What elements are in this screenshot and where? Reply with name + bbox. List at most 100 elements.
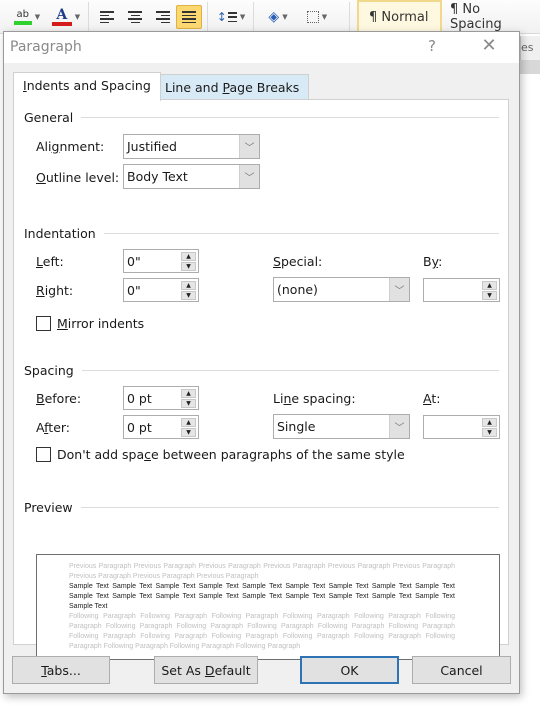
label-text: Don't add spa xyxy=(57,447,145,462)
label-text: A xyxy=(36,420,45,435)
at-input[interactable]: ▲ ▼ xyxy=(423,415,500,439)
tab-panel: General Alignment: Justified ﹀ Outline l… xyxy=(13,99,509,660)
help-button[interactable]: ? xyxy=(422,37,442,55)
mirror-indents-checkbox[interactable] xyxy=(36,316,51,331)
input-value: 0 pt xyxy=(127,391,152,406)
font-color-button[interactable]: A ▼ xyxy=(48,5,84,29)
highlight-color-bar xyxy=(13,21,32,25)
title-bar[interactable]: Paragraph ? ✕ xyxy=(4,32,519,63)
spin-up-icon[interactable]: ▲ xyxy=(181,281,196,290)
alignment-label: Alignment: xyxy=(36,139,104,154)
shading-button[interactable]: ◈ ▼ xyxy=(260,5,296,29)
spin-up-icon[interactable]: ▲ xyxy=(181,252,196,261)
align-left-button[interactable] xyxy=(96,5,118,29)
style-normal[interactable]: ¶ Normal xyxy=(357,0,442,34)
spin-up-icon[interactable]: ▲ xyxy=(482,281,497,290)
outline-level-select[interactable]: Body Text ﹀ xyxy=(123,164,260,189)
ribbon-toolbar: ab ▼ A ▼ ↕ ▼ ◈ ▼ ▼ ¶ Normal ¶ No Spacing xyxy=(0,0,540,34)
at-label: At: xyxy=(423,391,440,406)
cancel-button[interactable]: Cancel xyxy=(412,656,511,684)
select-value: Single xyxy=(277,419,316,434)
group-heading-text: Spacing xyxy=(24,363,74,378)
paint-bucket-icon: ◈ xyxy=(268,9,280,25)
label-text: pecial: xyxy=(280,254,323,269)
label-text: efore: xyxy=(44,391,82,406)
style-no-spacing[interactable]: ¶ No Spacing xyxy=(440,0,540,34)
align-right-button[interactable] xyxy=(152,5,174,29)
label-text: ter: xyxy=(48,420,71,435)
label-text: t: xyxy=(431,391,441,406)
mirror-indents-label[interactable]: Mirror indents xyxy=(57,316,144,331)
font-color-bar xyxy=(51,22,72,26)
separator xyxy=(253,2,254,32)
separator xyxy=(207,2,208,32)
spin-down-icon[interactable]: ▼ xyxy=(181,262,196,271)
spin-up-icon[interactable]: ▲ xyxy=(482,418,497,427)
label-text: Set As xyxy=(161,663,205,678)
tab-label: age Breaks xyxy=(229,80,300,95)
chevron-down-icon[interactable]: ﹀ xyxy=(389,415,409,438)
tab-indents-and-spacing[interactable]: Indents and Spacing xyxy=(13,72,161,101)
separator xyxy=(349,2,350,32)
general-group-heading: General xyxy=(24,110,499,125)
label-text: L xyxy=(36,254,43,269)
select-value: Body Text xyxy=(127,169,188,184)
dialog-title: Paragraph xyxy=(10,39,82,55)
divider xyxy=(103,233,499,234)
justify-button[interactable] xyxy=(176,5,202,29)
right-indent-input[interactable]: 0" ▲ ▼ xyxy=(123,278,199,302)
label-text: nment: xyxy=(59,139,105,154)
tabs-button[interactable]: Tabs... xyxy=(12,656,110,684)
label-text: R xyxy=(36,283,45,298)
spacing-group-heading: Spacing xyxy=(24,363,499,378)
ok-button[interactable]: OK xyxy=(300,656,399,684)
label-text: efault xyxy=(214,663,251,678)
spacing-before-input[interactable]: 0 pt ▲ ▼ xyxy=(123,386,199,410)
text-highlight-button[interactable]: ab ▼ xyxy=(10,5,44,29)
tab-line-and-page-breaks[interactable]: Line and Page Breaks xyxy=(155,74,310,101)
spin-down-icon[interactable]: ▼ xyxy=(482,428,497,437)
divider xyxy=(80,507,499,508)
chevron-down-icon: ▼ xyxy=(239,13,246,21)
line-spacing-button[interactable]: ↕ ▼ xyxy=(214,5,248,29)
label-text: B xyxy=(36,391,45,406)
preview-sample-text: Sample Text Sample Text Sample Text Samp… xyxy=(69,583,455,610)
tab-label: ndents and Spacing xyxy=(26,78,151,93)
close-button[interactable]: ✕ xyxy=(478,35,500,56)
spin-down-icon[interactable]: ▼ xyxy=(482,291,497,300)
chevron-down-icon: ▼ xyxy=(282,13,288,21)
label-text: abs... xyxy=(46,663,81,678)
style-label: ¶ Normal xyxy=(369,9,429,25)
chevron-down-icon[interactable]: ﹀ xyxy=(239,165,259,188)
chevron-down-icon[interactable]: ﹀ xyxy=(389,278,409,301)
dont-add-space-label[interactable]: Don't add space between paragraphs of th… xyxy=(57,447,405,462)
group-heading-text: Preview xyxy=(24,500,73,515)
after-label: After: xyxy=(36,420,70,435)
dont-add-space-checkbox[interactable] xyxy=(36,447,51,462)
special-select[interactable]: (none) ﹀ xyxy=(273,277,410,302)
chevron-down-icon[interactable]: ﹀ xyxy=(239,135,259,158)
group-heading-text: Indentation xyxy=(24,226,96,241)
line-spacing-lines xyxy=(227,12,237,22)
paragraph-dialog: Paragraph ? ✕ Indents and Spacing Line a… xyxy=(3,31,520,694)
label-text: S xyxy=(273,254,281,269)
alignment-select[interactable]: Justified ﹀ xyxy=(123,134,260,159)
by-input[interactable]: ▲ ▼ xyxy=(423,278,500,302)
spacing-after-input[interactable]: 0 pt ▲ ▼ xyxy=(123,415,199,439)
spin-down-icon[interactable]: ▼ xyxy=(181,399,196,408)
align-center-button[interactable] xyxy=(124,5,146,29)
input-value: 0" xyxy=(127,254,141,269)
spin-up-icon[interactable]: ▲ xyxy=(181,418,196,427)
set-as-default-button[interactable]: Set As Default xyxy=(154,656,258,684)
preview-following-paragraph: Following Paragraph Following Paragraph … xyxy=(69,613,455,650)
separator xyxy=(88,2,89,32)
left-indent-input[interactable]: 0" ▲ ▼ xyxy=(123,249,199,273)
spin-down-icon[interactable]: ▼ xyxy=(181,291,196,300)
borders-icon xyxy=(306,11,319,23)
borders-button[interactable]: ▼ xyxy=(300,5,334,29)
spin-down-icon[interactable]: ▼ xyxy=(181,428,196,437)
line-spacing-select[interactable]: Single ﹀ xyxy=(273,414,410,439)
label-text: Ali xyxy=(36,139,52,154)
line-spacing-icon: ↕ xyxy=(216,10,227,24)
spin-up-icon[interactable]: ▲ xyxy=(181,389,196,398)
